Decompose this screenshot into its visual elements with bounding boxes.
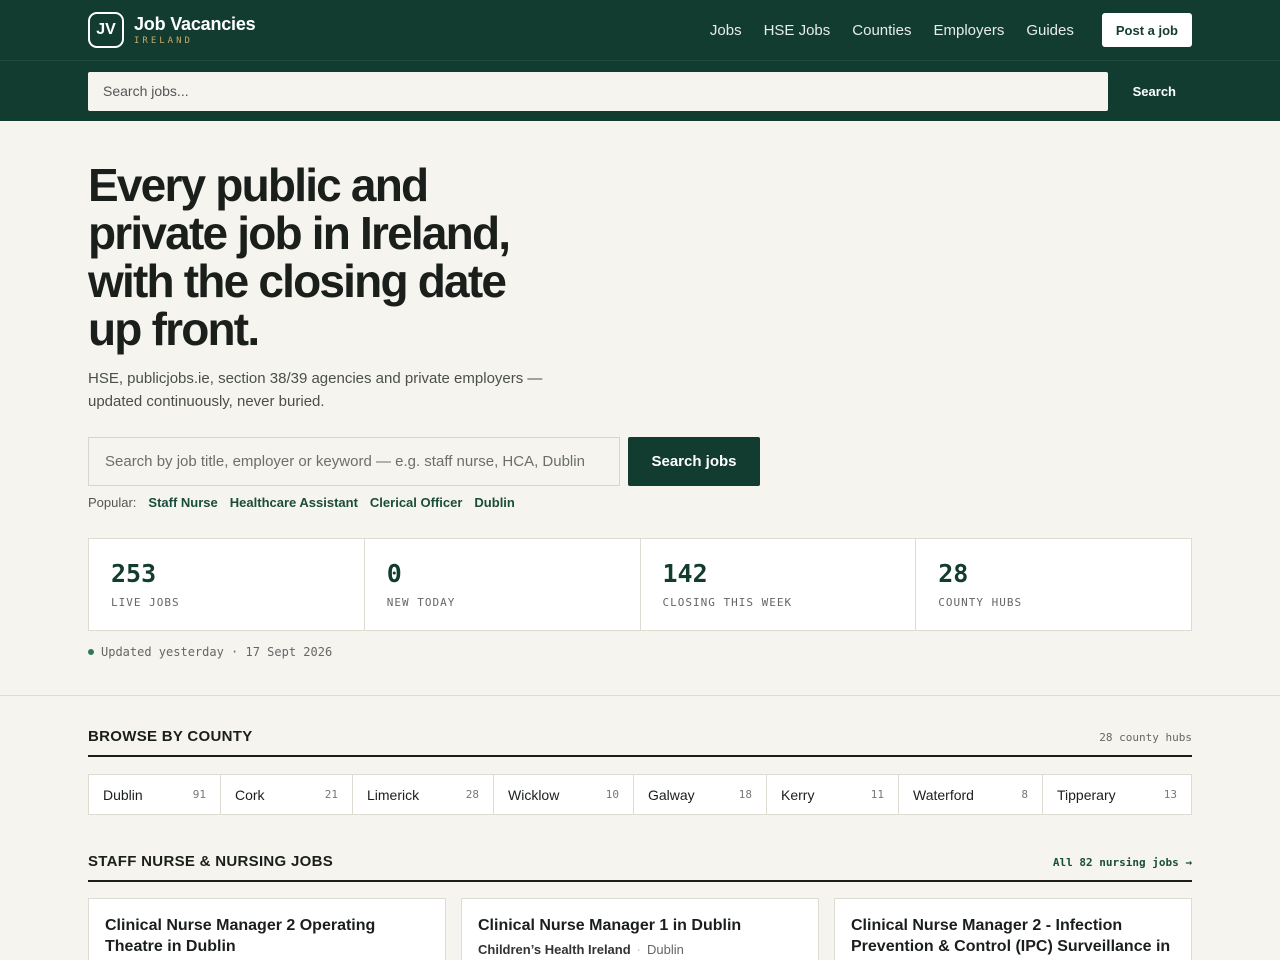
status-dot-icon — [88, 649, 94, 655]
county-name: Dublin — [103, 786, 143, 803]
browse-by-county: BROWSE BY COUNTY 28 county hubs Dublin 9… — [88, 728, 1192, 815]
job-title[interactable]: Clinical Nurse Manager 2 - Infection Pre… — [851, 915, 1175, 960]
popular-label: Popular: — [88, 495, 137, 510]
county-limerick[interactable]: Limerick 28 — [353, 775, 494, 814]
main-nav: Jobs HSE Jobs Counties Employers Guides … — [688, 13, 1192, 47]
stat-value: 0 — [386, 559, 402, 588]
stat-label: NEW TODAY — [386, 596, 456, 609]
stat-label: COUNTY HUBS — [938, 596, 1023, 609]
all-nursing-jobs-link[interactable]: All 82 nursing jobs → — [1053, 856, 1192, 869]
job-title[interactable]: Clinical Nurse Manager 2 Operating Theat… — [105, 915, 429, 957]
stat-live-jobs: 253 LIVE JOBS — [89, 539, 365, 630]
top-navigation: JV Job Vacancies IRELAND Jobs HSE Jobs C… — [0, 0, 1280, 60]
job-employer: Children’s Health Ireland — [478, 942, 631, 957]
nav-hse-jobs[interactable]: HSE Jobs — [764, 22, 831, 39]
county-name: Tipperary — [1057, 786, 1116, 803]
stat-value: 142 — [662, 559, 708, 588]
meta-separator: · — [636, 942, 642, 957]
popular-link[interactable]: Staff Nurse — [148, 495, 217, 510]
nav-guides[interactable]: Guides — [1026, 22, 1074, 39]
hero-search-input[interactable] — [88, 437, 620, 486]
county-count: 28 — [465, 788, 479, 801]
nav-employers[interactable]: Employers — [933, 22, 1004, 39]
county-name: Galway — [648, 786, 695, 803]
county-name: Wicklow — [508, 786, 560, 803]
nursing-jobs-section: STAFF NURSE & NURSING JOBS All 82 nursin… — [88, 853, 1192, 960]
hero-search: Search jobs — [88, 437, 1192, 486]
county-name: Waterford — [913, 786, 974, 803]
site-logo[interactable]: JV Job Vacancies IRELAND — [88, 12, 256, 48]
county-count: 91 — [192, 788, 206, 801]
county-kerry[interactable]: Kerry 11 — [767, 775, 899, 814]
county-list: Dublin 91 Cork 21 Limerick 28 Wicklow 10… — [88, 774, 1192, 815]
updated-text: Updated yesterday · 17 Sept 2026 — [101, 645, 333, 659]
stat-value: 28 — [938, 559, 969, 588]
logo-title: Job Vacancies — [134, 13, 256, 34]
county-tipperary[interactable]: Tipperary 13 — [1043, 775, 1191, 814]
job-card[interactable]: Clinical Nurse Manager 1 in Dublin Child… — [461, 898, 819, 960]
popular-link[interactable]: Dublin — [474, 495, 514, 510]
hero-headline: Every public and private job in Ireland,… — [88, 159, 511, 355]
hero: Every public and private job in Ireland,… — [88, 121, 1192, 659]
logo-badge: JV — [88, 12, 124, 48]
logo-subtitle: IRELAND — [134, 35, 193, 46]
section-divider — [0, 695, 1280, 696]
county-waterford[interactable]: Waterford 8 — [899, 775, 1043, 814]
county-count: 18 — [738, 788, 752, 801]
county-count: 10 — [605, 788, 619, 801]
search-jobs-button[interactable]: Search jobs — [628, 437, 760, 486]
county-name: Kerry — [781, 786, 815, 803]
county-hub-count: 28 county hubs — [1099, 731, 1192, 744]
county-count: 13 — [1163, 788, 1177, 801]
stat-county-hubs: 28 COUNTY HUBS — [916, 539, 1191, 630]
post-job-button[interactable]: Post a job — [1101, 13, 1192, 47]
header-search-bar: Search — [0, 60, 1280, 121]
stat-closing-this-week: 142 CLOSING THIS WEEK — [641, 539, 917, 630]
job-title[interactable]: Clinical Nurse Manager 1 in Dublin — [478, 915, 802, 936]
popular-searches: Popular: Staff Nurse Healthcare Assistan… — [88, 495, 1192, 510]
county-galway[interactable]: Galway 18 — [634, 775, 767, 814]
popular-link[interactable]: Healthcare Assistant — [230, 495, 358, 510]
county-count: 21 — [324, 788, 338, 801]
county-count: 8 — [1021, 788, 1028, 801]
section-title: STAFF NURSE & NURSING JOBS — [88, 853, 334, 870]
nav-jobs[interactable]: Jobs — [710, 22, 742, 39]
stat-label: LIVE JOBS — [111, 596, 180, 609]
job-card[interactable]: Clinical Nurse Manager 2 Operating Theat… — [88, 898, 446, 960]
nav-counties[interactable]: Counties — [852, 22, 911, 39]
hero-lede: HSE, publicjobs.ie, section 38/39 agenci… — [88, 370, 543, 410]
county-wicklow[interactable]: Wicklow 10 — [494, 775, 634, 814]
county-count: 11 — [870, 788, 884, 801]
section-header: BROWSE BY COUNTY 28 county hubs — [88, 728, 1192, 757]
job-card-list: Clinical Nurse Manager 2 Operating Theat… — [88, 898, 1192, 960]
job-meta: Children’s Health Ireland · Dublin — [478, 942, 802, 957]
county-name: Limerick — [367, 786, 420, 803]
county-name: Cork — [235, 786, 265, 803]
stats-panel: 253 LIVE JOBS 0 NEW TODAY 142 CLOSING TH… — [88, 538, 1192, 631]
section-title: BROWSE BY COUNTY — [88, 728, 253, 745]
stat-new-today: 0 NEW TODAY — [365, 539, 641, 630]
popular-link[interactable]: Clerical Officer — [370, 495, 463, 510]
updated-status: Updated yesterday · 17 Sept 2026 — [88, 645, 1192, 659]
job-location: Dublin — [647, 942, 684, 957]
header-search-input[interactable] — [88, 71, 1108, 111]
stat-value: 253 — [111, 559, 157, 588]
stat-label: CLOSING THIS WEEK — [662, 596, 793, 609]
job-card[interactable]: Clinical Nurse Manager 2 - Infection Pre… — [834, 898, 1192, 960]
header-search-button[interactable]: Search — [1133, 84, 1192, 99]
section-header: STAFF NURSE & NURSING JOBS All 82 nursin… — [88, 853, 1192, 882]
county-dublin[interactable]: Dublin 91 — [89, 775, 221, 814]
county-cork[interactable]: Cork 21 — [221, 775, 353, 814]
